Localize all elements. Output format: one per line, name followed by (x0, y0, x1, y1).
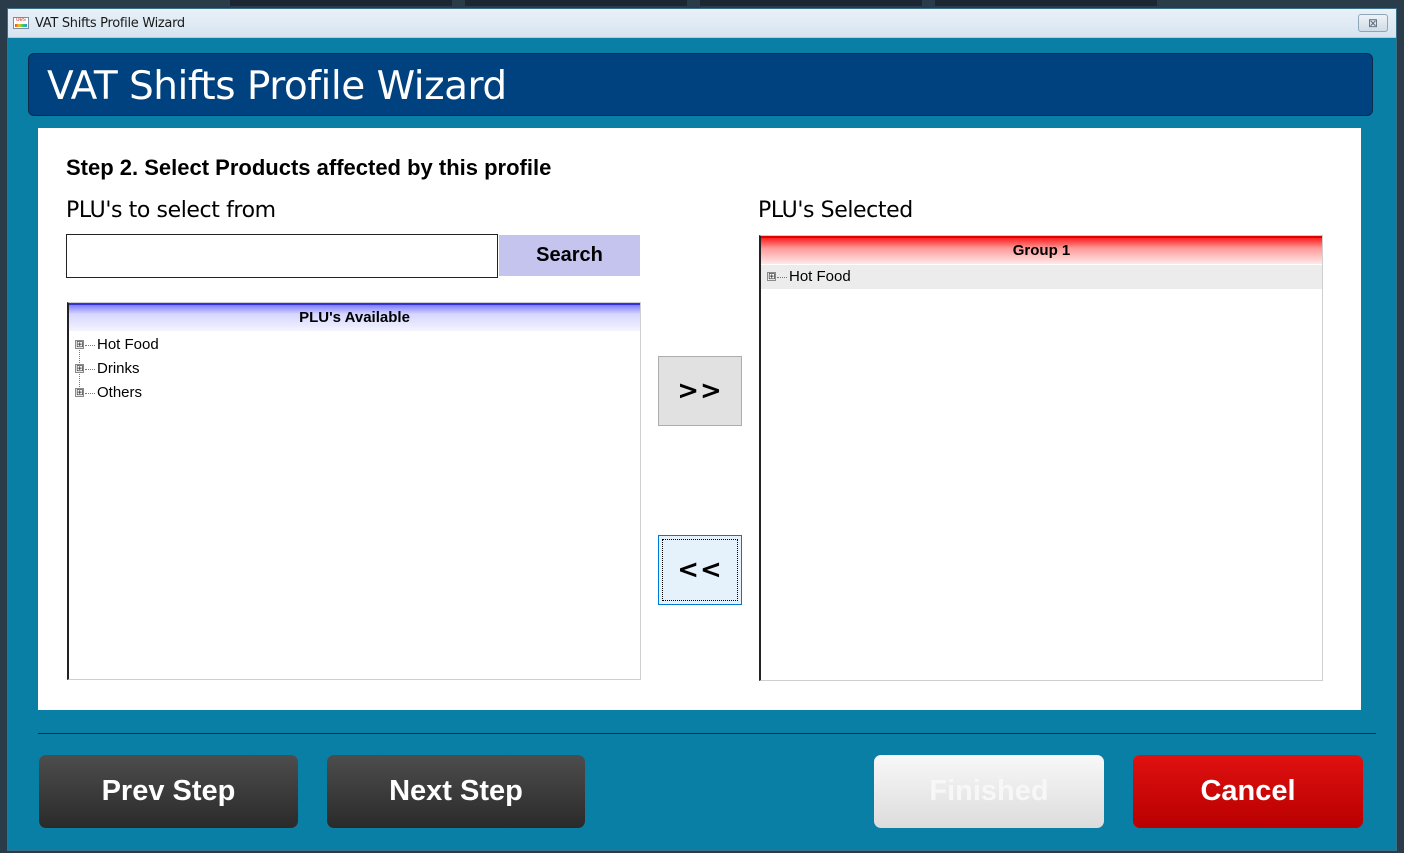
window-title: VAT Shifts Profile Wizard (35, 16, 185, 31)
tree-item-hot-food[interactable]: ⊞ Hot Food (69, 333, 640, 357)
expand-icon[interactable]: ⊞ (767, 272, 776, 281)
tree-connector (85, 393, 95, 394)
tree-connector (85, 345, 95, 346)
app-icon: oes (13, 17, 29, 29)
background-tab (700, 0, 922, 6)
page-title: VAT Shifts Profile Wizard (47, 64, 507, 109)
search-button[interactable]: Search (499, 235, 640, 276)
prev-step-button[interactable]: Prev Step (39, 755, 298, 828)
tree-item-drinks[interactable]: ⊞ Drinks (69, 357, 640, 381)
remove-from-selected-button[interactable]: << (658, 535, 742, 605)
tree-connector (777, 277, 787, 278)
search-input[interactable] (66, 234, 498, 278)
selected-label: PLU's Selected (758, 198, 913, 223)
tree-item-label: Others (97, 384, 143, 401)
available-list-header: PLU's Available (69, 303, 640, 331)
tree-item-label: Hot Food (789, 268, 851, 285)
next-step-button[interactable]: Next Step (327, 755, 585, 828)
cancel-button[interactable]: Cancel (1133, 755, 1363, 828)
add-to-selected-button[interactable]: >> (658, 356, 742, 426)
background-tab (465, 0, 687, 6)
expand-icon[interactable]: ⊞ (75, 388, 84, 397)
background-tab (230, 0, 452, 6)
available-plu-tree[interactable]: PLU's Available ⊞ Hot Food ⊞ Drinks ⊞ Ot… (67, 302, 641, 680)
close-button[interactable]: ⊠ (1358, 14, 1388, 32)
expand-icon[interactable]: ⊞ (75, 340, 84, 349)
expand-icon[interactable]: ⊞ (75, 364, 84, 373)
footer-separator (38, 733, 1376, 734)
step-panel: Step 2. Select Products affected by this… (38, 128, 1361, 710)
tree-item-label: Hot Food (97, 336, 159, 353)
background-tab (935, 0, 1157, 6)
wizard-header: VAT Shifts Profile Wizard (28, 53, 1373, 116)
selected-plu-tree[interactable]: Group 1 ⊞ Hot Food (759, 235, 1323, 681)
tree-item-others[interactable]: ⊞ Others (69, 381, 640, 405)
tree-item-label: Drinks (97, 360, 140, 377)
step-title: Step 2. Select Products affected by this… (66, 155, 552, 180)
available-label: PLU's to select from (66, 198, 276, 223)
wizard-window: oes VAT Shifts Profile Wizard ⊠ VAT Shif… (7, 8, 1397, 851)
close-icon: ⊠ (1367, 16, 1379, 30)
title-bar[interactable]: oes VAT Shifts Profile Wizard ⊠ (8, 9, 1396, 38)
selected-item-hot-food[interactable]: ⊞ Hot Food (761, 265, 1322, 289)
tree-connector (85, 369, 95, 370)
group-header: Group 1 (761, 236, 1322, 264)
finished-button[interactable]: Finished (874, 755, 1104, 828)
